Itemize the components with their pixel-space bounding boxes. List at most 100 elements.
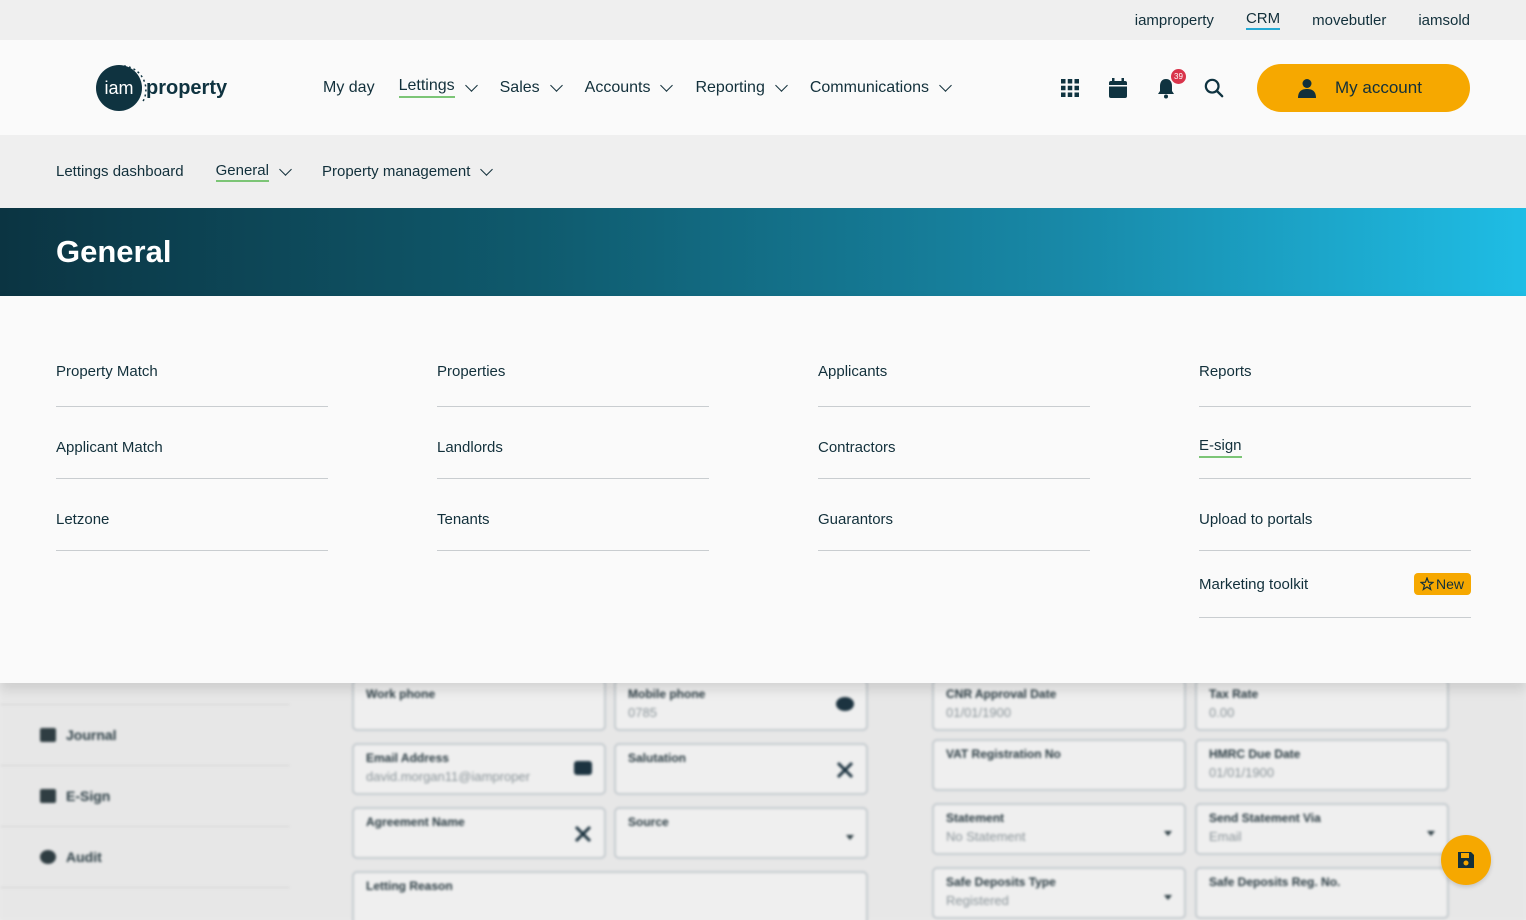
- statement-select[interactable]: Statement No Statement: [932, 803, 1186, 855]
- my-account-button[interactable]: My account: [1257, 64, 1470, 112]
- nav-item-lettings[interactable]: Lettings: [398, 77, 478, 98]
- calendar-icon[interactable]: [1108, 77, 1128, 99]
- search-icon[interactable]: [1204, 77, 1224, 99]
- nav-item-reporting[interactable]: Reporting: [695, 78, 788, 97]
- menu-link-label: Properties: [437, 362, 506, 380]
- menu-link-guarantors[interactable]: Guarantors: [818, 479, 1090, 551]
- salutation-field[interactable]: Salutation: [614, 743, 868, 795]
- new-badge-label: New: [1435, 576, 1464, 592]
- nav-label: Accounts: [584, 78, 651, 96]
- utility-bar: iamproperty CRM movebutler iamsold: [0, 0, 1526, 40]
- user-icon: [1298, 79, 1316, 98]
- menu-link-label: Applicants: [818, 362, 888, 380]
- chevron-down-icon: [480, 162, 494, 176]
- pen-icon: [40, 789, 56, 803]
- menu-link-property-match[interactable]: Property Match: [56, 336, 328, 407]
- field-label: Mobile phone: [628, 687, 706, 701]
- caret-down-icon: [1427, 831, 1435, 836]
- sparkle-star-icon: [1419, 577, 1434, 591]
- subnav-item-general[interactable]: General: [215, 162, 292, 182]
- menu-link-applicant-match[interactable]: Applicant Match: [56, 407, 328, 479]
- nav-item-sales[interactable]: Sales: [499, 78, 563, 97]
- menu-link-landlords[interactable]: Landlords: [437, 407, 709, 479]
- menu-link-letzone[interactable]: Letzone: [56, 479, 328, 551]
- field-label: Source: [628, 815, 669, 829]
- utility-link-movebutler[interactable]: movebutler: [1312, 12, 1386, 29]
- sidebar-item-audit[interactable]: Audit: [0, 827, 290, 888]
- caret-down-icon: [1164, 831, 1172, 836]
- chevron-down-icon: [660, 78, 674, 92]
- main-header: iam property My day Lettings Sales Accou…: [0, 40, 1526, 135]
- nav-label: Lettings: [398, 77, 455, 98]
- nav-label: Sales: [499, 78, 540, 96]
- field-label: Send Statement Via: [1209, 811, 1321, 825]
- agreement-name-field[interactable]: Agreement Name: [352, 807, 606, 859]
- menu-link-upload-to-portals[interactable]: Upload to portals: [1199, 479, 1471, 551]
- field-value: Registered: [946, 893, 1009, 908]
- logo-ring-icon: [123, 65, 147, 104]
- journal-icon: [40, 728, 56, 742]
- menu-link-contractors[interactable]: Contractors: [818, 407, 1090, 479]
- field-label: Safe Deposits Reg. No.: [1209, 875, 1341, 889]
- menu-link-applicants[interactable]: Applicants: [818, 336, 1090, 407]
- menu-link-label: Marketing toolkit: [1199, 575, 1309, 593]
- logo[interactable]: iam property: [96, 64, 227, 112]
- letting-reason-field[interactable]: Letting Reason: [352, 871, 868, 920]
- floppy-disk-icon: [1458, 852, 1474, 868]
- sidebar-item-e-sign[interactable]: E-Sign: [0, 766, 290, 827]
- field-label: Safe Deposits Type: [946, 875, 1056, 889]
- field-label: HMRC Due Date: [1209, 747, 1301, 761]
- menu-link-label: Reports: [1199, 362, 1252, 380]
- menu-link-marketing-toolkit[interactable]: Marketing toolkit New: [1199, 551, 1471, 618]
- background-page: Journal E-Sign Audit Work phone Mobile p…: [0, 679, 1526, 920]
- menu-link-label: Upload to portals: [1199, 511, 1313, 528]
- chevron-down-icon: [464, 78, 478, 92]
- utility-links: iamproperty CRM movebutler iamsold: [1135, 0, 1470, 40]
- safe-deposits-reg-field[interactable]: Safe Deposits Reg. No.: [1195, 867, 1449, 919]
- nav-item-accounts[interactable]: Accounts: [584, 78, 674, 97]
- field-value: 0.00: [1209, 705, 1235, 720]
- header-icons: 39: [1060, 40, 1224, 135]
- cnr-approval-date-field[interactable]: CNR Approval Date 01/01/1900: [932, 679, 1186, 731]
- caret-down-icon: [1164, 895, 1172, 900]
- menu-link-properties[interactable]: Properties: [437, 336, 709, 407]
- menu-link-reports[interactable]: Reports: [1199, 336, 1471, 407]
- field-value: No Statement: [946, 829, 1026, 844]
- subnav-item-property-management[interactable]: Property management: [322, 162, 494, 180]
- apps-grid-icon[interactable]: [1060, 77, 1080, 99]
- chevron-down-icon: [774, 78, 788, 92]
- notification-badge: 39: [1171, 68, 1186, 84]
- menu-link-label: Guarantors: [818, 511, 894, 528]
- work-phone-field[interactable]: Work phone: [352, 679, 606, 731]
- safe-deposits-type-select[interactable]: Safe Deposits Type Registered: [932, 867, 1186, 919]
- save-button[interactable]: [1441, 835, 1491, 885]
- utility-link-iamproperty[interactable]: iamproperty: [1135, 12, 1214, 29]
- chevron-down-icon: [549, 78, 563, 92]
- tax-rate-field[interactable]: Tax Rate 0.00: [1195, 679, 1449, 731]
- my-account-label: My account: [1335, 78, 1422, 97]
- nav-item-my-day[interactable]: My day: [323, 79, 375, 97]
- general-menu-panel: Property Match Applicant Match Letzone P…: [0, 296, 1526, 683]
- field-value: 0785: [628, 705, 657, 720]
- send-statement-via-select[interactable]: Send Statement Via Email: [1195, 803, 1449, 855]
- menu-link-e-sign[interactable]: E-sign: [1199, 407, 1471, 479]
- vat-registration-field[interactable]: VAT Registration No: [932, 739, 1186, 791]
- sidebar-item-journal[interactable]: Journal: [0, 705, 290, 766]
- mobile-phone-field[interactable]: Mobile phone 0785: [614, 679, 868, 731]
- subnav-item-lettings-dashboard[interactable]: Lettings dashboard: [56, 163, 184, 180]
- envelope-icon: [574, 761, 592, 775]
- field-value: Email: [1209, 829, 1242, 844]
- menu-link-tenants[interactable]: Tenants: [437, 479, 709, 551]
- field-label: Letting Reason: [366, 879, 453, 893]
- email-field[interactable]: Email Address david.morgan11@iamproper: [352, 743, 606, 795]
- bell-icon[interactable]: 39: [1156, 68, 1186, 99]
- utility-link-crm[interactable]: CRM: [1245, 10, 1281, 30]
- new-badge: New: [1413, 573, 1471, 595]
- hmrc-due-date-field[interactable]: HMRC Due Date 01/01/1900: [1195, 739, 1449, 791]
- tools-icon: [836, 761, 854, 779]
- nav-item-communications[interactable]: Communications: [810, 79, 952, 97]
- utility-link-iamsold[interactable]: iamsold: [1418, 12, 1470, 29]
- source-select[interactable]: Source: [614, 807, 868, 859]
- field-value: 01/01/1900: [946, 705, 1012, 720]
- menu-column-2: Properties Landlords Tenants: [437, 336, 709, 551]
